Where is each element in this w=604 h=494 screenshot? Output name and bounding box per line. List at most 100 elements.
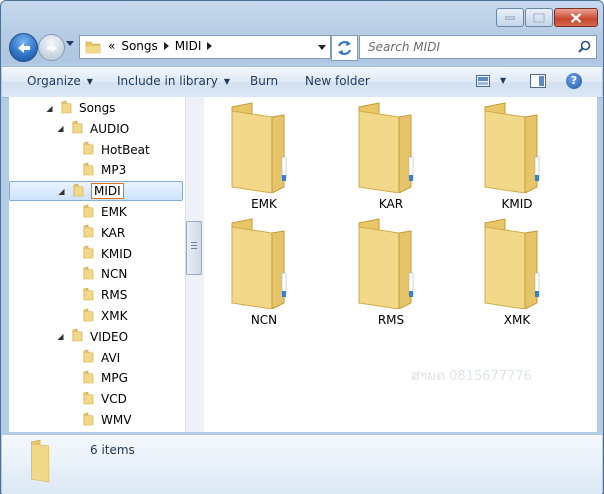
explorer-window: « Songs MIDI Organize ▼ bbox=[0, 0, 604, 494]
breadcrumb-overflow[interactable]: « bbox=[108, 39, 115, 53]
address-dropdown-button[interactable] bbox=[314, 36, 330, 58]
tree-item-label: HotBeat bbox=[101, 142, 150, 157]
tree-item-avi[interactable]: AVI bbox=[67, 348, 120, 368]
folder-name: KMID bbox=[501, 197, 533, 211]
breadcrumb-midi[interactable]: MIDI bbox=[175, 39, 202, 53]
expand-triangle-icon[interactable]: ◢ bbox=[57, 187, 66, 196]
expand-triangle-icon[interactable]: ◢ bbox=[56, 332, 65, 341]
tree-item-emk[interactable]: EMK bbox=[67, 202, 127, 222]
tree-item-label: KMID bbox=[101, 246, 133, 261]
burn-button[interactable]: Burn bbox=[250, 74, 278, 88]
folder-item[interactable]: EMK bbox=[204, 101, 324, 211]
tree-item-hotbeat[interactable]: HotBeat bbox=[67, 140, 150, 160]
organize-menu[interactable]: Organize ▼ bbox=[27, 74, 93, 88]
forward-button[interactable] bbox=[38, 34, 65, 61]
maximize-button[interactable] bbox=[525, 8, 553, 27]
include-in-library-label: Include in library bbox=[117, 74, 218, 88]
search-icon[interactable] bbox=[578, 40, 591, 53]
expand-triangle-icon[interactable]: ◢ bbox=[56, 124, 65, 133]
include-in-library-menu[interactable]: Include in library ▼ bbox=[117, 74, 230, 88]
folder-icon bbox=[82, 349, 96, 366]
search-input[interactable] bbox=[366, 39, 570, 55]
command-bar: Organize ▼ Include in library ▼ Burn New f… bbox=[2, 66, 602, 98]
tree-item-ncn[interactable]: NCN bbox=[67, 264, 127, 284]
tree-item-mp3[interactable]: MP3 bbox=[67, 160, 126, 180]
refresh-button[interactable] bbox=[331, 35, 358, 61]
preview-pane-icon[interactable] bbox=[530, 74, 546, 88]
tree-item-kar[interactable]: KAR bbox=[67, 223, 125, 243]
tree-item-rms[interactable]: RMS bbox=[67, 285, 127, 305]
tree-item-midi[interactable]: ◢ MIDI bbox=[9, 181, 183, 202]
new-folder-label: New folder bbox=[305, 74, 370, 88]
item-count: 6 items bbox=[90, 443, 135, 457]
folder-icon bbox=[82, 266, 96, 283]
address-bar[interactable]: « Songs MIDI bbox=[79, 35, 331, 59]
folder-icon bbox=[85, 41, 101, 54]
burn-label: Burn bbox=[250, 74, 279, 88]
chevron-right-icon[interactable] bbox=[163, 42, 169, 50]
tree-item-songs[interactable]: ◢ Songs bbox=[45, 98, 115, 118]
change-view-icon[interactable] bbox=[476, 75, 490, 87]
folder-icon bbox=[82, 391, 96, 408]
help-button[interactable]: ? bbox=[566, 73, 582, 89]
grip-line bbox=[191, 248, 197, 249]
details-pane: 6 items bbox=[2, 434, 602, 494]
back-button[interactable] bbox=[9, 33, 38, 62]
forward-arrow-icon bbox=[46, 43, 57, 52]
folder-item[interactable]: RMS bbox=[331, 217, 451, 327]
expand-triangle-icon[interactable]: ◢ bbox=[45, 104, 54, 113]
recent-pages-dropdown-icon[interactable] bbox=[66, 41, 74, 47]
view-options-chevron-icon[interactable]: ▼ bbox=[500, 76, 506, 85]
folder-icon bbox=[31, 439, 50, 483]
tree-item-label: VIDEO bbox=[90, 329, 129, 344]
tree-item-audio[interactable]: ◢ AUDIO bbox=[56, 119, 129, 139]
minimize-button[interactable] bbox=[496, 8, 524, 27]
folder-icon bbox=[82, 204, 96, 221]
folder-item[interactable]: KMID bbox=[457, 101, 577, 211]
back-arrow-icon bbox=[17, 42, 30, 53]
folder-name: XMK bbox=[503, 313, 531, 327]
large-folder-icon bbox=[484, 218, 540, 309]
organize-label: Organize bbox=[27, 74, 81, 88]
folder-icon bbox=[82, 162, 96, 179]
folder-icon bbox=[82, 412, 96, 429]
folder-item[interactable]: KAR bbox=[331, 101, 451, 211]
chevron-right-icon[interactable] bbox=[207, 42, 213, 50]
folder-icon bbox=[82, 245, 96, 262]
navigation-bar: « Songs MIDI bbox=[9, 32, 597, 62]
refresh-icon bbox=[338, 41, 351, 55]
help-icon: ? bbox=[570, 74, 578, 87]
large-folder-icon bbox=[231, 102, 287, 193]
folder-name: RMS bbox=[377, 313, 405, 327]
folder-icon bbox=[72, 183, 86, 200]
caption-buttons bbox=[495, 8, 598, 27]
tree-item-wmv[interactable]: WMV bbox=[67, 410, 131, 430]
close-button[interactable] bbox=[554, 8, 598, 27]
tree-item-label: EMK bbox=[101, 205, 127, 219]
large-folder-icon bbox=[358, 102, 414, 193]
folder-name: NCN bbox=[250, 313, 278, 327]
tree-item-label: NCN bbox=[101, 267, 128, 282]
tree-item-mpg[interactable]: MPG bbox=[67, 368, 128, 388]
folder-name: KAR bbox=[378, 197, 404, 211]
tree-item-kmid[interactable]: KMID bbox=[67, 244, 132, 264]
folder-item[interactable]: XMK bbox=[457, 217, 577, 327]
breadcrumb: « Songs MIDI bbox=[108, 39, 213, 53]
tree-item-label: MPG bbox=[101, 371, 128, 386]
tree-item-label: AUDIO bbox=[90, 121, 130, 136]
tree-item-video[interactable]: ◢ VIDEO bbox=[56, 327, 128, 347]
search-box bbox=[359, 35, 597, 59]
folder-name: EMK bbox=[251, 197, 277, 211]
grip-line bbox=[191, 245, 197, 246]
breadcrumb-songs[interactable]: Songs bbox=[121, 39, 157, 53]
tree-item-xmk[interactable]: XMK bbox=[67, 306, 127, 326]
tree-item-vcd[interactable]: VCD bbox=[67, 389, 127, 409]
navigation-pane: ◢ Songs ◢ AUDIO HotBeat MP3 ◢ MIDI EMK KAR KMID NCN… bbox=[9, 97, 185, 432]
large-folder-icon bbox=[231, 218, 287, 309]
folder-icon bbox=[71, 120, 85, 137]
new-folder-button[interactable]: New folder bbox=[305, 74, 370, 88]
folder-item[interactable]: NCN bbox=[204, 217, 324, 327]
minimize-icon bbox=[505, 16, 515, 19]
folder-icon bbox=[82, 370, 96, 387]
scrollbar-thumb[interactable] bbox=[186, 221, 202, 275]
